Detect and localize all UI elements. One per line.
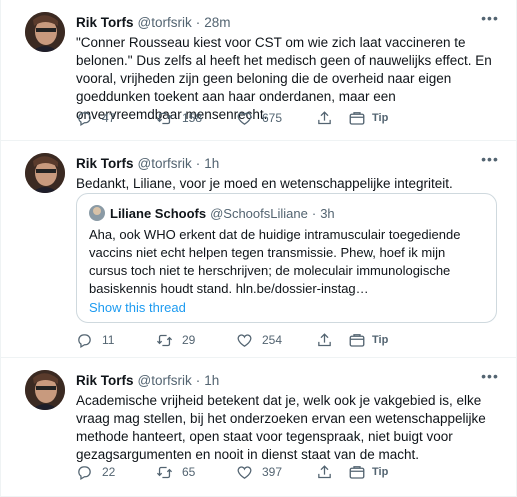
tweet-header: Rik Torfs @torfsrik · 1h: [76, 370, 501, 390]
reply-count: 22: [102, 465, 116, 479]
like-button[interactable]: 397: [236, 462, 316, 482]
reply-button[interactable]: 22: [76, 462, 156, 482]
share-button[interactable]: [316, 330, 348, 350]
separator-dot: ·: [195, 14, 201, 30]
tweet-actions: 22 65 397 Tip: [76, 462, 476, 482]
like-button[interactable]: 675: [236, 108, 316, 128]
quote-header: Liliane Schoofs @SchoofsLiliane · 3h: [89, 204, 484, 222]
quote-author-handle: @SchoofsLiliane: [210, 205, 308, 221]
retweet-icon: [156, 466, 173, 478]
tip-button[interactable]: Tip: [348, 330, 428, 350]
tweet-actions: 47 158 675 Tip: [76, 108, 476, 128]
retweet-button[interactable]: 158: [156, 108, 236, 128]
retweet-count: 158: [182, 111, 203, 125]
share-button[interactable]: [316, 108, 348, 128]
tweet-text: Bedankt, Liliane, voor je moed en wetens…: [76, 176, 453, 191]
timestamp[interactable]: 1h: [204, 156, 219, 171]
like-icon: [237, 333, 252, 347]
avatar[interactable]: [25, 153, 65, 193]
quoted-tweet[interactable]: Liliane Schoofs @SchoofsLiliane · 3h Aha…: [76, 193, 497, 323]
retweet-icon: [156, 334, 173, 346]
retweet-button[interactable]: 65: [156, 462, 236, 482]
tweet[interactable]: Rik Torfs @torfsrik · 1h ••• Academische…: [1, 358, 516, 497]
timestamp[interactable]: 28m: [204, 15, 230, 30]
like-count: 675: [262, 111, 283, 125]
more-icon[interactable]: •••: [479, 369, 501, 390]
share-icon: [318, 110, 331, 124]
quote-author-name: Liliane Schoofs: [110, 205, 207, 221]
author-name[interactable]: Rik Torfs: [76, 156, 134, 171]
more-icon[interactable]: •••: [479, 152, 501, 173]
reply-count: 47: [102, 111, 116, 125]
tip-button[interactable]: Tip: [348, 108, 428, 128]
reply-icon: [78, 465, 91, 480]
more-icon[interactable]: •••: [479, 11, 501, 32]
tweet[interactable]: Rik Torfs @torfsrik · 28m ••• "Conner Ro…: [1, 0, 516, 141]
like-button[interactable]: 254: [236, 330, 316, 350]
tweet[interactable]: Rik Torfs @torfsrik · 1h ••• Bedankt, Li…: [1, 141, 516, 358]
tip-icon: [349, 112, 365, 125]
timeline: Rik Torfs @torfsrik · 28m ••• "Conner Ro…: [0, 0, 517, 497]
reply-icon: [78, 111, 91, 126]
share-icon: [318, 464, 331, 478]
tweet-text: Academische vrijheid betekent dat je, we…: [76, 393, 486, 462]
quote-text: Aha, ook WHO erkent dat de huidige intra…: [89, 227, 461, 296]
quote-timestamp: 3h: [320, 205, 335, 221]
tip-icon: [349, 466, 365, 479]
like-icon: [237, 111, 252, 125]
like-count: 397: [262, 465, 283, 479]
tweet-header: Rik Torfs @torfsrik · 1h: [76, 153, 501, 173]
reply-button[interactable]: 11: [76, 330, 156, 350]
tweet-actions: 11 29 254 Tip: [76, 330, 476, 350]
timestamp[interactable]: 1h: [204, 373, 219, 388]
tip-label: Tip: [372, 334, 389, 346]
retweet-button[interactable]: 29: [156, 330, 236, 350]
tweet-content: Rik Torfs @torfsrik · 1h ••• Academische…: [76, 369, 501, 464]
author-handle[interactable]: @torfsrik: [138, 156, 192, 171]
author-handle[interactable]: @torfsrik: [138, 373, 192, 388]
author-handle[interactable]: @torfsrik: [138, 15, 192, 30]
author-name[interactable]: Rik Torfs: [76, 15, 134, 30]
separator-dot: ·: [311, 205, 317, 221]
tweet-content: Rik Torfs @torfsrik · 1h ••• Bedankt, Li…: [76, 152, 501, 193]
avatar[interactable]: [25, 12, 65, 52]
show-thread-link[interactable]: Show this thread: [89, 300, 484, 315]
retweet-count: 65: [182, 465, 196, 479]
share-button[interactable]: [316, 462, 348, 482]
tip-label: Tip: [372, 112, 389, 124]
separator-dot: ·: [195, 155, 201, 171]
tip-button[interactable]: Tip: [348, 462, 428, 482]
separator-dot: ·: [195, 372, 201, 388]
retweet-count: 29: [182, 333, 196, 347]
tip-icon: [349, 334, 365, 347]
author-name[interactable]: Rik Torfs: [76, 373, 134, 388]
avatar[interactable]: [25, 370, 65, 410]
like-count: 254: [262, 333, 283, 347]
reply-icon: [78, 333, 91, 348]
quote-avatar: [89, 205, 105, 221]
reply-count: 11: [102, 333, 115, 347]
tip-label: Tip: [372, 466, 389, 478]
like-icon: [237, 465, 252, 479]
share-icon: [318, 332, 331, 346]
reply-button[interactable]: 47: [76, 108, 156, 128]
tweet-header: Rik Torfs @torfsrik · 28m: [76, 12, 501, 32]
retweet-icon: [156, 112, 173, 124]
